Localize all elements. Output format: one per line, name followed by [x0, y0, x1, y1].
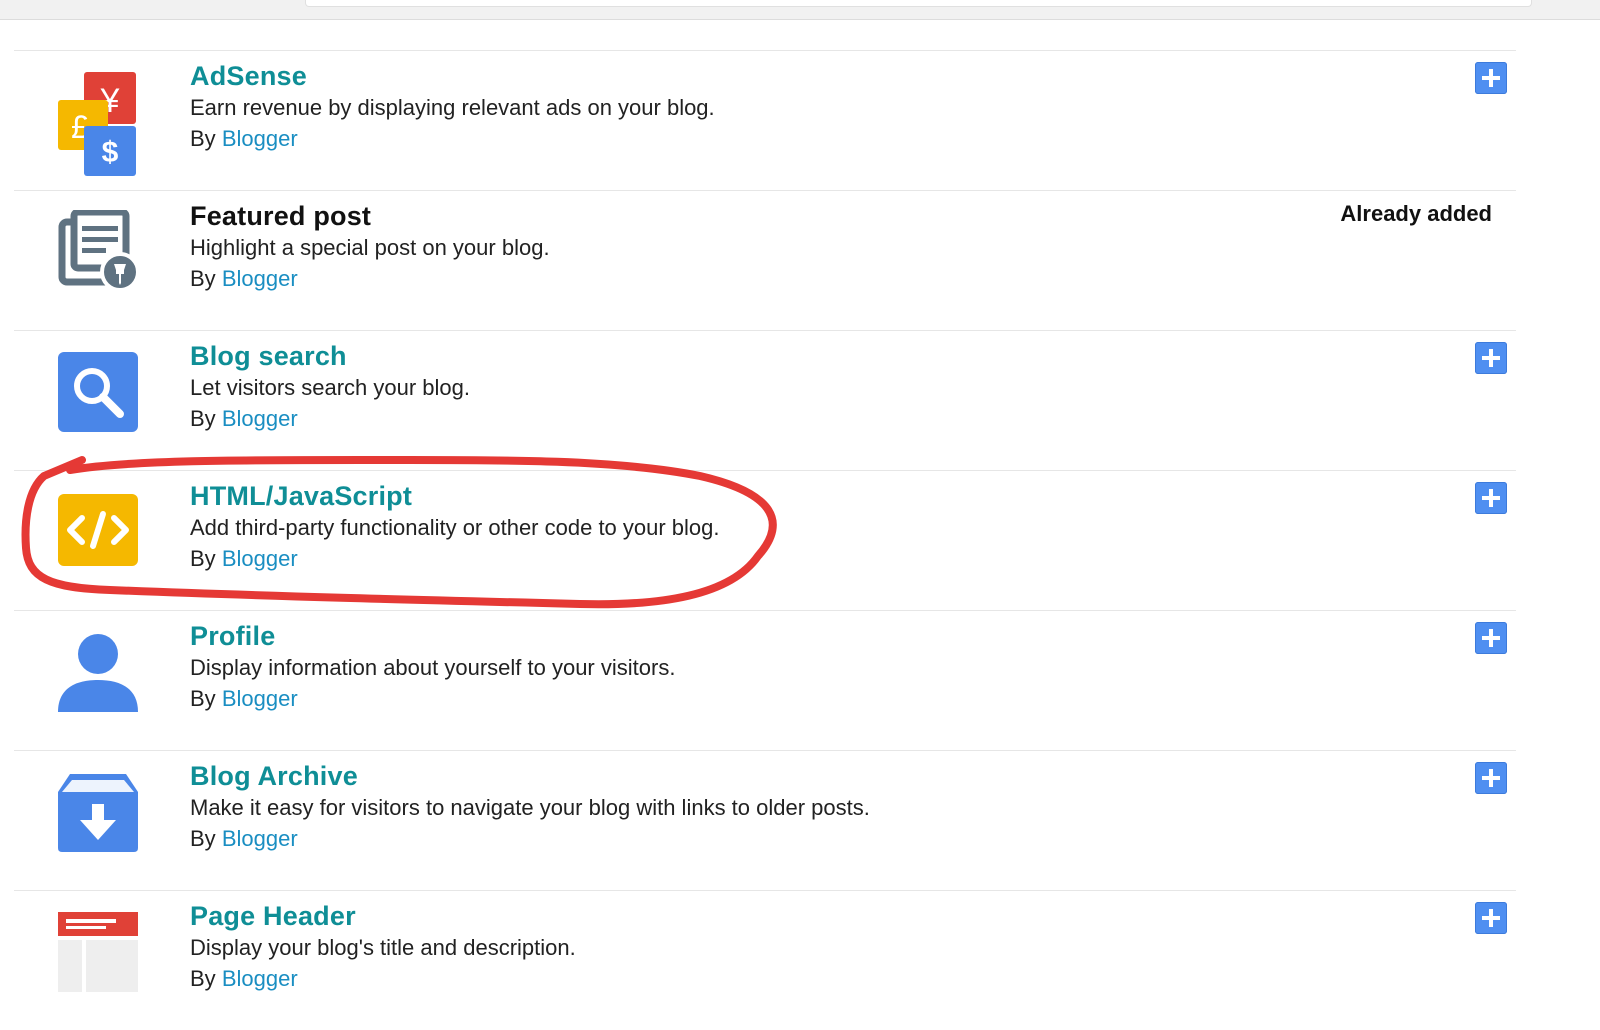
- author-link[interactable]: Blogger: [222, 966, 298, 991]
- gadget-description: Add third-party functionality or other c…: [190, 515, 720, 540]
- profile-icon: [56, 630, 140, 714]
- by-label: By: [190, 126, 216, 151]
- archive-icon: [56, 770, 140, 854]
- search-bar-edge[interactable]: [305, 0, 1532, 7]
- gadget-row-featured-post: Featured post Highlight a special post o…: [14, 190, 1516, 330]
- gadget-row-blog-search: Blog search Let visitors search your blo…: [14, 330, 1516, 470]
- add-gadget-button[interactable]: [1475, 342, 1507, 374]
- gadget-title[interactable]: Blog search: [190, 341, 347, 372]
- gadget-row-adsense: ¥ £ $ AdSense Earn revenue by displaying…: [14, 50, 1516, 190]
- gadget-title: Featured post: [190, 201, 372, 231]
- by-label: By: [190, 966, 216, 991]
- author-link[interactable]: Blogger: [222, 826, 298, 851]
- gadget-title[interactable]: Blog Archive: [190, 761, 358, 792]
- author-link[interactable]: Blogger: [222, 266, 298, 291]
- author-link[interactable]: Blogger: [222, 546, 298, 571]
- by-label: By: [190, 686, 216, 711]
- featured-post-icon: [56, 210, 140, 294]
- gadget-description: Display your blog's title and descriptio…: [190, 935, 576, 960]
- gadget-row-page-header: Page Header Display your blog's title an…: [14, 890, 1516, 1030]
- svg-text:$: $: [102, 136, 119, 169]
- author-link[interactable]: Blogger: [222, 406, 298, 431]
- code-icon: [56, 490, 140, 574]
- page-header-icon: [56, 910, 140, 994]
- gadget-description: Display information about yourself to yo…: [190, 655, 676, 680]
- gadget-byline: By Blogger: [190, 826, 298, 852]
- by-label: By: [190, 826, 216, 851]
- gadget-row-blog-archive: Blog Archive Make it easy for visitors t…: [14, 750, 1516, 890]
- adsense-icon: ¥ £ $: [56, 70, 140, 176]
- author-link[interactable]: Blogger: [222, 686, 298, 711]
- gadget-description: Highlight a special post on your blog.: [190, 235, 550, 260]
- gadget-row-html-javascript: HTML/JavaScript Add third-party function…: [14, 470, 1516, 610]
- gadget-description: Earn revenue by displaying relevant ads …: [190, 95, 715, 120]
- gadget-byline: By Blogger: [190, 686, 298, 712]
- gadget-row-profile: Profile Display information about yourse…: [14, 610, 1516, 750]
- search-icon: [56, 350, 140, 434]
- gadget-byline: By Blogger: [190, 546, 298, 572]
- gadget-title[interactable]: Profile: [190, 621, 275, 652]
- gadget-byline: By Blogger: [190, 406, 298, 432]
- by-label: By: [190, 266, 216, 291]
- gadget-byline: By Blogger: [190, 126, 298, 152]
- gadget-title[interactable]: AdSense: [190, 61, 307, 92]
- add-gadget-button[interactable]: [1475, 622, 1507, 654]
- by-label: By: [190, 406, 216, 431]
- add-gadget-button[interactable]: [1475, 482, 1507, 514]
- gadget-description: Make it easy for visitors to navigate yo…: [190, 795, 870, 820]
- gadget-byline: By Blogger: [190, 966, 298, 992]
- gadget-description: Let visitors search your blog.: [190, 375, 471, 400]
- add-gadget-button[interactable]: [1475, 902, 1507, 934]
- gadget-list: ¥ £ $ AdSense Earn revenue by displaying…: [14, 50, 1516, 1030]
- author-link[interactable]: Blogger: [222, 126, 298, 151]
- by-label: By: [190, 546, 216, 571]
- add-gadget-button[interactable]: [1475, 62, 1507, 94]
- already-added-label: Already added: [1340, 201, 1492, 226]
- top-toolbar: [0, 0, 1600, 20]
- gadget-byline: By Blogger: [190, 266, 298, 292]
- gadget-title[interactable]: Page Header: [190, 901, 356, 932]
- gadget-title[interactable]: HTML/JavaScript: [190, 481, 412, 512]
- add-gadget-button[interactable]: [1475, 762, 1507, 794]
